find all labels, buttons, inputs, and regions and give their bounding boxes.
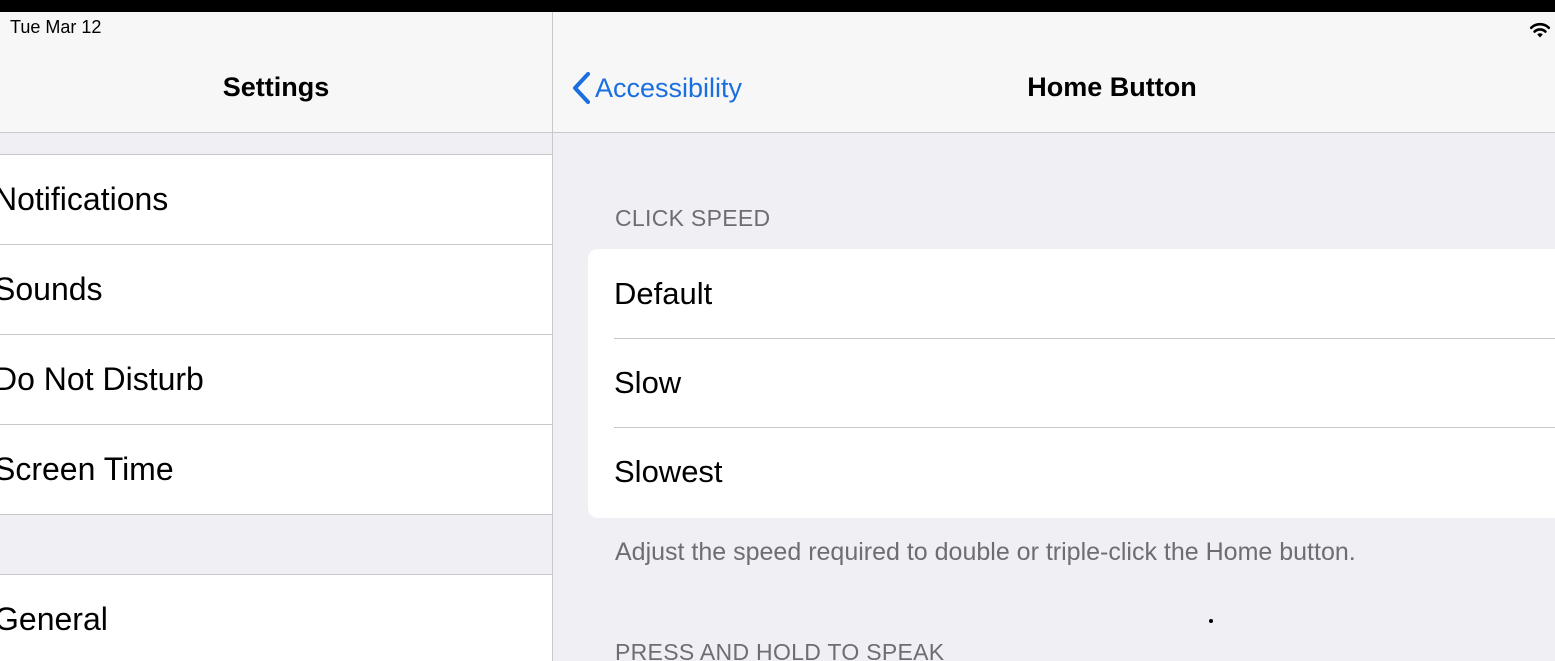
option-default[interactable]: Default: [588, 249, 1555, 338]
option-label: Slow: [614, 365, 682, 400]
settings-item-notifications[interactable]: Notifications: [0, 155, 552, 245]
option-label: Default: [614, 276, 713, 311]
option-slowest[interactable]: Slowest: [588, 427, 1555, 516]
touch-indicator-dot: [1209, 619, 1213, 623]
page-title: Home Button: [1027, 72, 1197, 102]
option-slow[interactable]: Slow: [588, 338, 1555, 427]
home-button-detail-pane: Accessibility Home Button CLICK SPEED De…: [553, 12, 1555, 661]
settings-list-group-2: General: [0, 574, 552, 661]
ipad-screen: Tue Mar 12 Settings Notifications Sounds…: [0, 12, 1555, 661]
settings-item-label: Notifications: [0, 181, 169, 217]
settings-master-pane: Tue Mar 12 Settings Notifications Sounds…: [0, 12, 552, 661]
click-speed-options: Default Slow Slowest: [588, 249, 1555, 518]
press-and-hold-header: PRESS AND HOLD TO SPEAK: [615, 639, 945, 661]
click-speed-footer: Adjust the speed required to double or t…: [615, 538, 1356, 566]
settings-item-label: Sounds: [0, 271, 103, 307]
wifi-icon: [1529, 22, 1551, 38]
master-navigation-bar: Tue Mar 12 Settings: [0, 12, 552, 133]
settings-item-label: General: [0, 601, 108, 637]
settings-item-sounds[interactable]: Sounds: [0, 245, 552, 335]
settings-item-screen-time[interactable]: Screen Time: [0, 425, 552, 514]
settings-list-group-1: Notifications Sounds Do Not Disturb Scre…: [0, 154, 552, 515]
option-label: Slowest: [614, 454, 723, 489]
settings-item-do-not-disturb[interactable]: Do Not Disturb: [0, 335, 552, 425]
status-bar-date: Tue Mar 12: [10, 17, 102, 37]
settings-item-label: Do Not Disturb: [0, 361, 204, 397]
master-title: Settings: [222, 72, 330, 102]
detail-navigation-bar: Accessibility Home Button: [553, 12, 1555, 133]
settings-item-label: Screen Time: [0, 451, 174, 487]
settings-item-general[interactable]: General: [0, 575, 552, 661]
click-speed-header: CLICK SPEED: [615, 205, 771, 231]
